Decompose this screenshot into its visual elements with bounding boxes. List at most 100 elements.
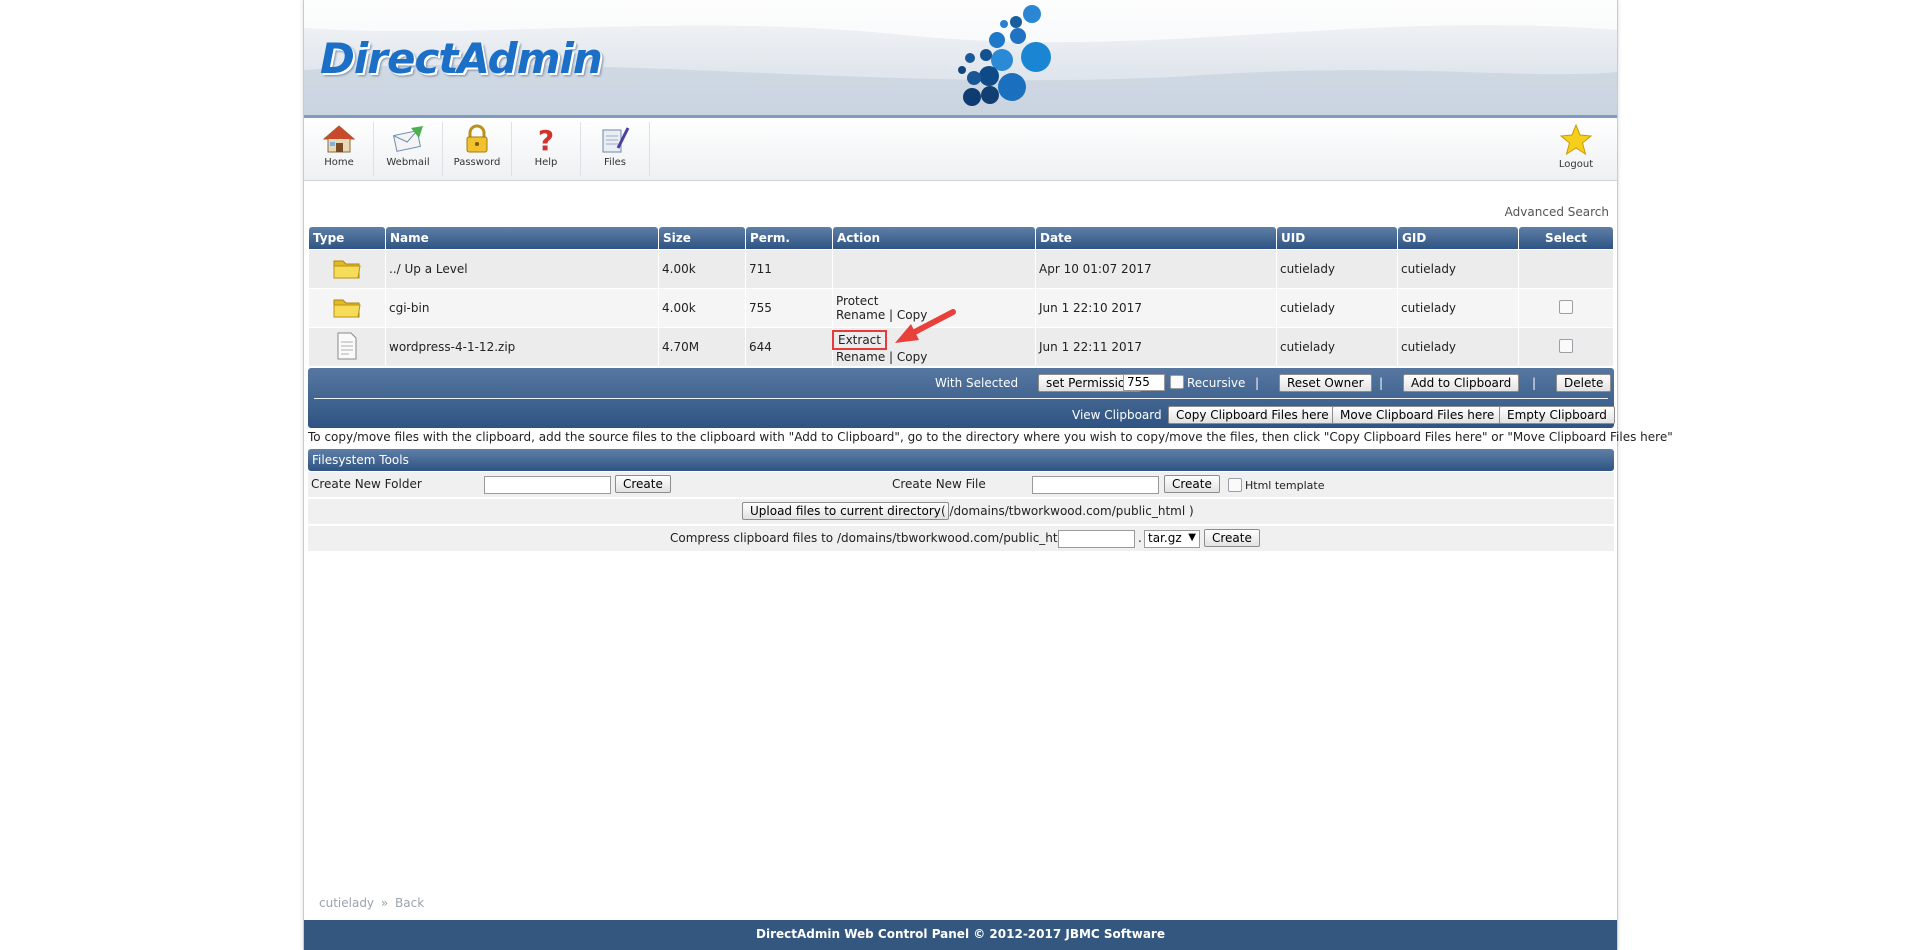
type-cell[interactable] (309, 250, 385, 288)
compress-label: Compress clipboard files to /domains/tbw… (670, 531, 1077, 545)
perm-cell[interactable]: 755 (746, 289, 832, 327)
compress-format-value: tar.gz (1148, 531, 1182, 545)
toolbar-home-label: Home (324, 157, 354, 168)
separator-pipe: | (1532, 376, 1537, 390)
filesystem-tools-title: Filesystem Tools (312, 453, 409, 467)
name-cell[interactable]: cgi-bin (386, 289, 658, 327)
compress-filename-input[interactable] (1058, 530, 1135, 548)
html-template-checkbox[interactable] (1228, 478, 1242, 492)
upload-files-button[interactable]: Upload files to current directory (742, 502, 949, 520)
lock-icon (466, 124, 488, 153)
footer-bar: DirectAdmin Web Control Panel © 2012-201… (304, 920, 1617, 950)
date-cell: Jun 1 22:10 2017 (1036, 289, 1276, 327)
folder-icon (333, 299, 361, 317)
create-file-label: Create New File (892, 477, 986, 491)
action-cell: Extract Rename | Copy (832, 309, 1035, 366)
col-header-gid[interactable]: GID (1398, 227, 1518, 249)
toolbar-webmail[interactable]: Webmail (374, 122, 443, 176)
uid-cell: cutielady (1277, 328, 1397, 366)
delete-button[interactable]: Delete (1556, 374, 1612, 392)
empty-clipboard-button[interactable]: Empty Clipboard (1499, 406, 1615, 424)
toolbar-help[interactable]: ? Help (512, 122, 581, 176)
date-cell: Jun 1 22:11 2017 (1036, 328, 1276, 366)
col-header-type[interactable]: Type (309, 227, 385, 249)
col-header-name[interactable]: Name (386, 227, 658, 249)
compress-format-select[interactable]: tar.gz ▼ (1144, 530, 1200, 548)
size-cell: 4.00k (659, 289, 745, 327)
help-icon: ? (538, 124, 554, 154)
toolbar-webmail-label: Webmail (386, 157, 430, 168)
breadcrumb-back[interactable]: Back (395, 896, 424, 910)
action-cell (833, 250, 1035, 288)
table-row: cgi-bin 4.00k 755 Protect Rename | Copy … (309, 289, 1613, 327)
toolbar-help-label: Help (534, 157, 558, 168)
view-clipboard-link[interactable]: View Clipboard (1072, 408, 1162, 422)
with-selected-bar: With Selected set Permission 755 Recursi… (308, 368, 1615, 428)
file-icon (337, 332, 357, 359)
footer-copyright: DirectAdmin Web Control Panel © 2012-201… (756, 927, 1165, 941)
date-cell: Apr 10 01:07 2017 (1036, 250, 1276, 288)
extract-link[interactable]: Extract (832, 330, 887, 350)
create-file-button[interactable]: Create (1164, 475, 1220, 493)
page-container: DirectAdmin Home Webmail Password ? Help… (303, 0, 1673, 950)
perm-cell[interactable]: 644 (746, 328, 832, 366)
move-clipboard-button[interactable]: Move Clipboard Files here (1332, 406, 1503, 424)
directadmin-logo[interactable]: DirectAdmin (320, 34, 603, 83)
recursive-checkbox[interactable] (1170, 375, 1184, 389)
breadcrumb-separator: » (380, 896, 389, 910)
upload-row: Upload files to current directory ( /dom… (308, 499, 1614, 524)
col-header-size[interactable]: Size (659, 227, 745, 249)
new-folder-input[interactable] (484, 476, 611, 494)
table-row: wordpress-4-1-12.zip 4.70M 644 Extract R… (309, 309, 1613, 366)
table-row: ../ Up a Level 4.00k 711 Apr 10 01:07 20… (309, 250, 1613, 288)
uid-cell: cutielady (1277, 250, 1397, 288)
col-header-perm[interactable]: Perm. (746, 227, 832, 249)
reset-owner-button[interactable]: Reset Owner (1279, 374, 1372, 392)
rename-copy-links[interactable]: Rename | Copy (836, 350, 1032, 364)
separator-pipe: | (1255, 376, 1260, 390)
compress-create-button[interactable]: Create (1204, 529, 1260, 547)
add-to-clipboard-button[interactable]: Add to Clipboard (1403, 374, 1520, 392)
upload-path-text: ( /domains/tbworkwood.com/public_html ) (941, 504, 1194, 518)
name-cell[interactable]: wordpress-4-1-12.zip (386, 328, 658, 366)
row-select-checkbox[interactable] (1559, 338, 1573, 353)
type-cell[interactable] (309, 289, 385, 327)
toolbar-home[interactable]: Home (305, 122, 374, 176)
advanced-search-link[interactable]: Advanced Search (1505, 205, 1609, 219)
toolbar-password[interactable]: Password (443, 122, 512, 176)
main-toolbar: Home Webmail Password ? Help Files Logou… (304, 118, 1617, 181)
row-select-checkbox[interactable] (1559, 299, 1573, 314)
header-banner: DirectAdmin (304, 0, 1617, 118)
col-header-date[interactable]: Date (1036, 227, 1276, 249)
create-folder-button[interactable]: Create (615, 475, 671, 493)
uid-cell: cutielady (1277, 289, 1397, 327)
size-cell: 4.00k (659, 250, 745, 288)
home-icon (322, 125, 356, 153)
new-file-input[interactable] (1032, 476, 1159, 494)
gid-cell: cutielady (1398, 289, 1518, 327)
copy-clipboard-button[interactable]: Copy Clipboard Files here (1168, 406, 1337, 424)
html-template-label: Html template (1245, 479, 1325, 492)
type-cell (309, 328, 385, 366)
col-header-uid[interactable]: UID (1277, 227, 1397, 249)
filesystem-tools-header: Filesystem Tools (308, 449, 1614, 471)
breadcrumb-user[interactable]: cutielady (319, 896, 374, 910)
perm-cell[interactable]: 711 (746, 250, 832, 288)
toolbar-files-label: Files (604, 157, 626, 168)
create-row: Create New Folder Create Create New File… (308, 472, 1614, 497)
toolbar-logout[interactable]: Logout (1542, 122, 1610, 176)
name-cell[interactable]: ../ Up a Level (386, 250, 658, 288)
col-header-action: Action (833, 227, 1035, 249)
compress-row: Compress clipboard files to /domains/tbw… (308, 526, 1614, 551)
toolbar-files[interactable]: Files (581, 122, 650, 176)
dropdown-arrow-icon: ▼ (1188, 532, 1196, 543)
table-header-row: Type Name Size Perm. Action Date UID GID… (309, 227, 1613, 249)
files-icon (602, 127, 630, 153)
star-icon (1559, 124, 1593, 156)
file-table: Type Name Size Perm. Action Date UID GID… (308, 226, 1614, 367)
permission-input[interactable]: 755 (1123, 374, 1165, 391)
breadcrumb: cutielady » Back (319, 896, 424, 910)
size-cell: 4.70M (659, 328, 745, 366)
select-cell (1519, 328, 1613, 366)
create-folder-label: Create New Folder (311, 477, 422, 491)
